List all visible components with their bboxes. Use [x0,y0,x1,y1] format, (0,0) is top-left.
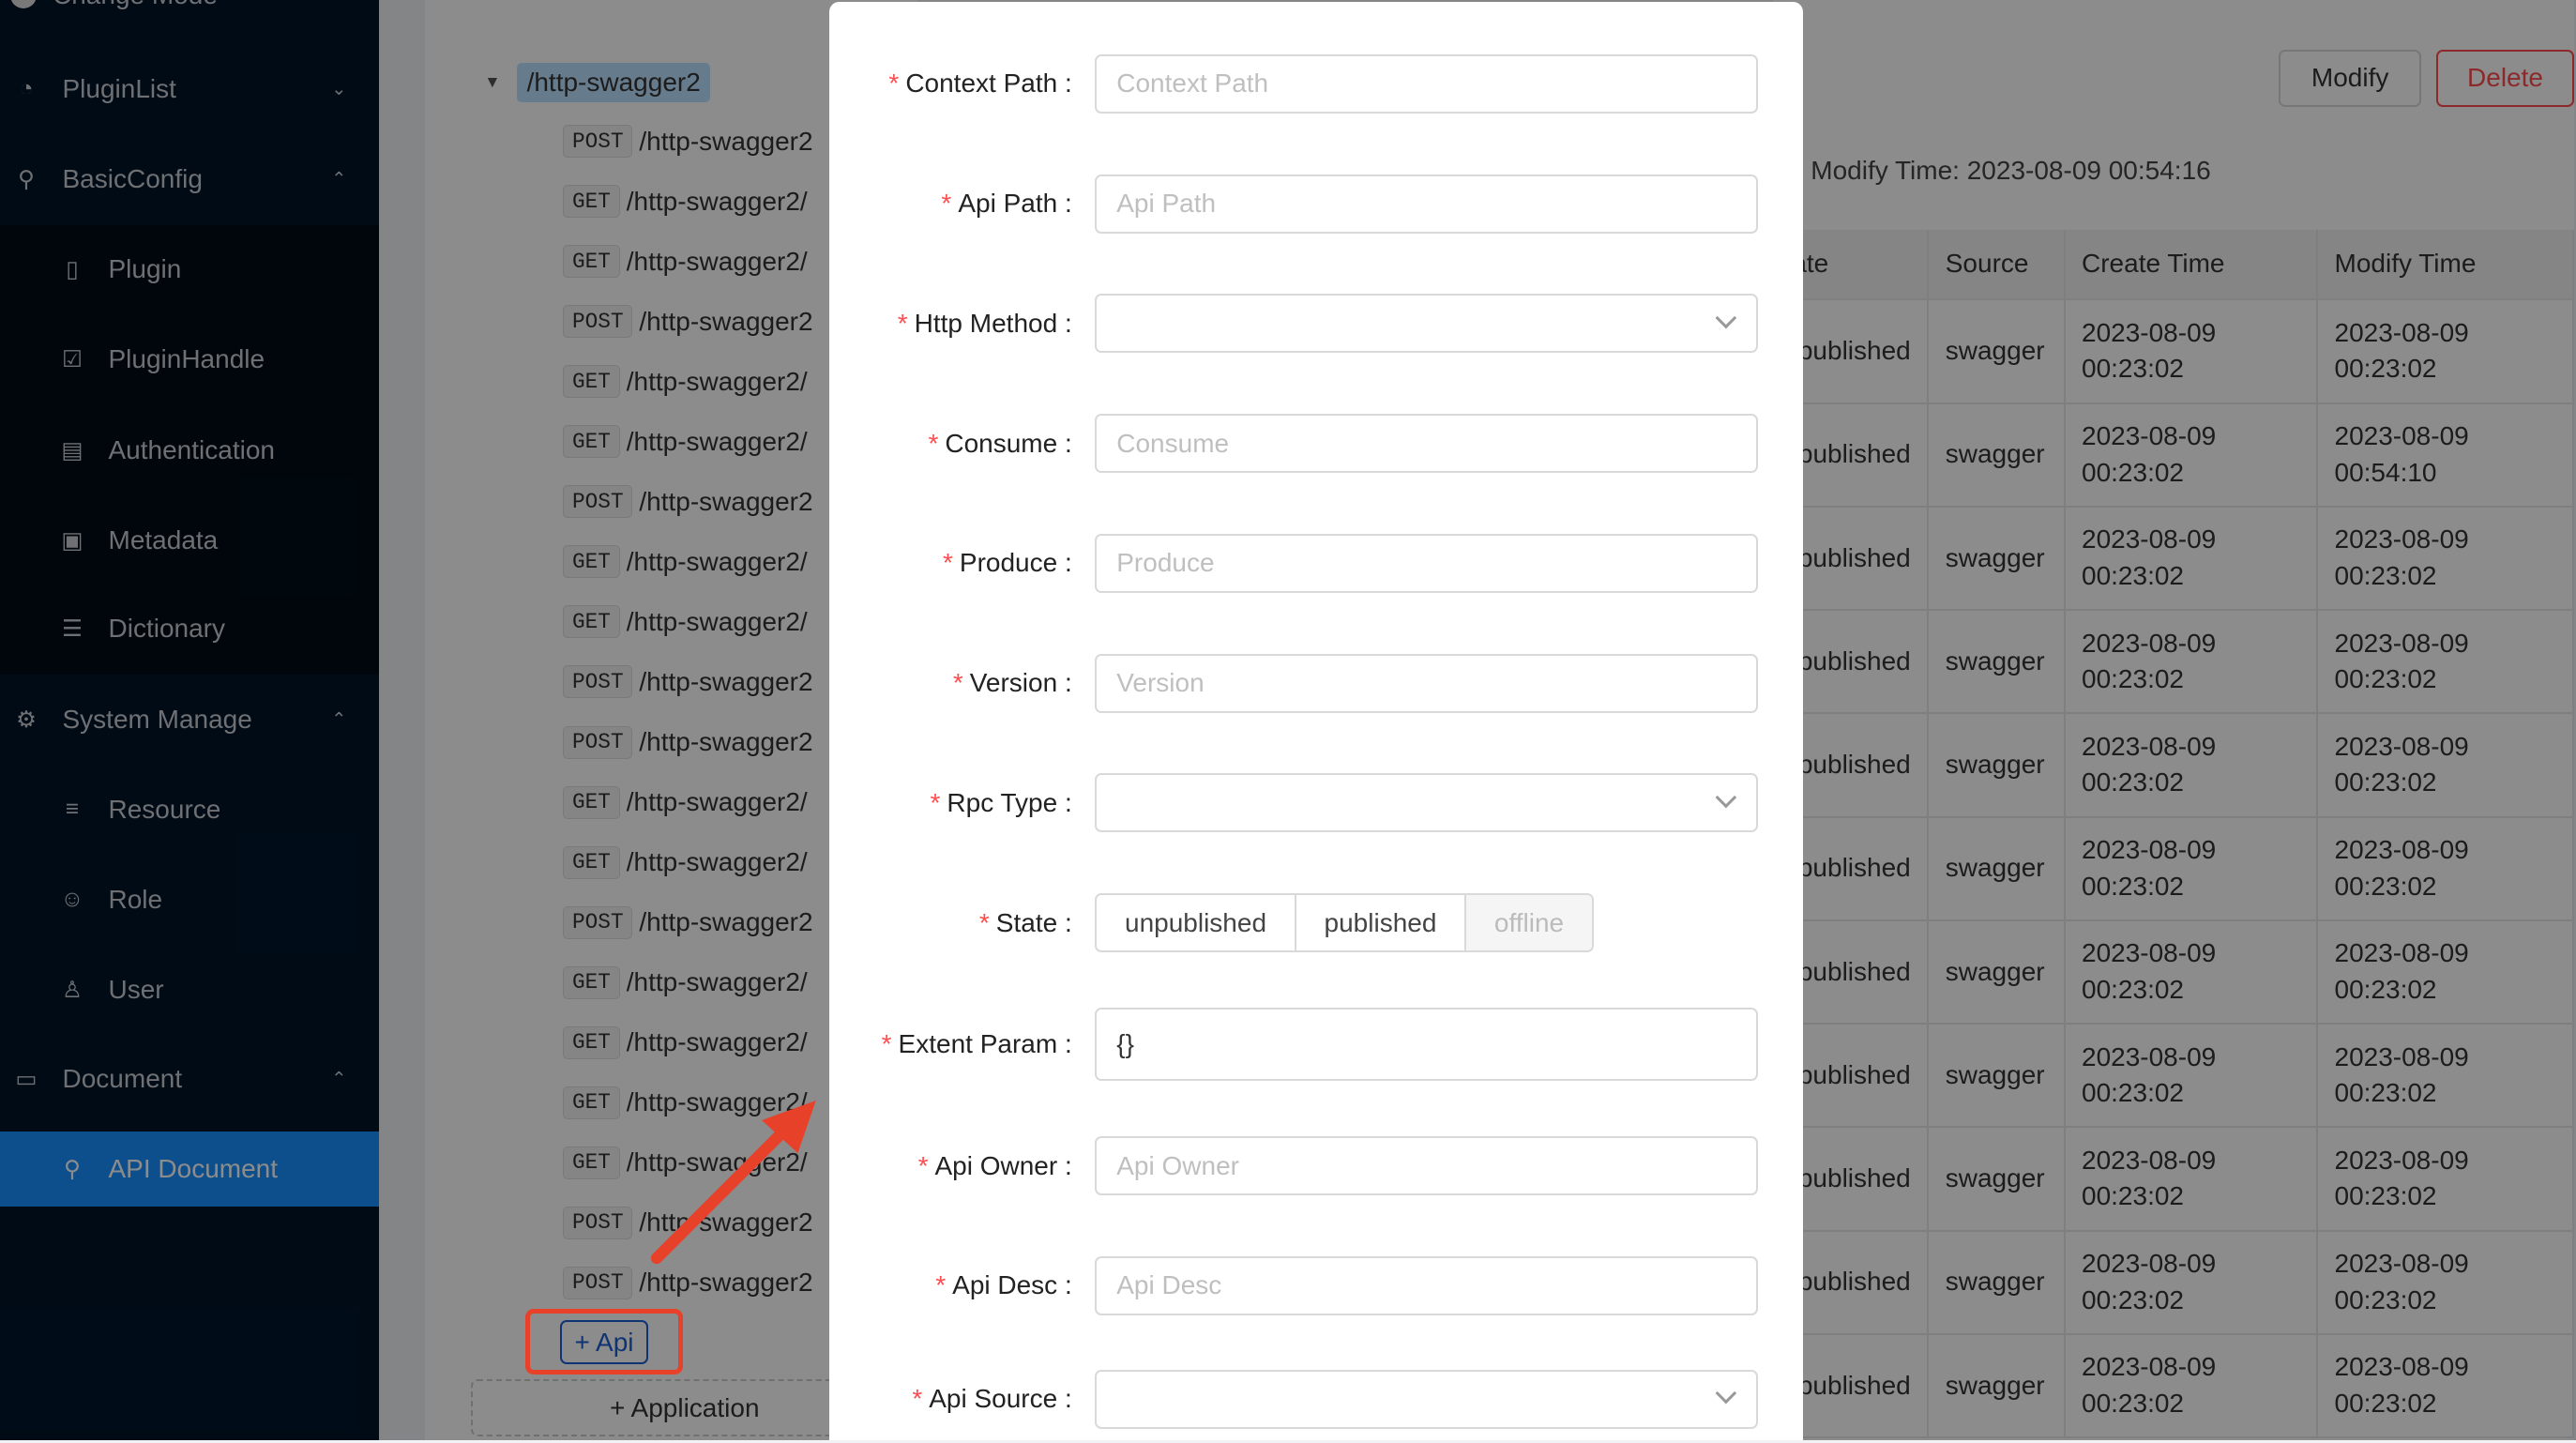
required-mark: * [930,787,941,817]
chevron-down-icon [1715,786,1737,809]
chevron-down-icon [1715,1382,1737,1405]
form-row-state: * State : unpublished published offline [829,893,1803,952]
http-method-select[interactable] [1095,294,1759,354]
version-input[interactable]: Version [1095,653,1759,713]
annotation-highlight-box [525,1308,683,1375]
required-mark: * [888,68,900,99]
label-text: Http Method [914,308,1058,338]
required-mark: * [917,1150,929,1180]
api-path-label: * Api Path : [941,189,1072,218]
form-row-api-path: * Api Path : Api Path [829,174,1803,234]
label-text: Api Source [929,1384,1058,1413]
state-label: * State : [978,907,1072,937]
produce-input[interactable]: Produce [1095,533,1759,593]
produce-label: * Produce : [942,548,1072,578]
label-text: Context Path [905,68,1058,99]
rpc-type-select[interactable] [1095,773,1759,833]
form-row-api-source: * Api Source : [829,1369,1803,1429]
api-path-input[interactable]: Api Path [1095,174,1759,234]
form-row-api-desc: * Api Desc : Api Desc [829,1255,1803,1315]
label-text: Version [969,668,1058,697]
api-desc-input[interactable]: Api Desc [1095,1255,1759,1315]
required-mark: * [881,1029,892,1058]
label-text: Api Path [958,189,1058,218]
required-mark: * [952,668,963,697]
label-text: Produce [959,548,1058,578]
api-source-label: * Api Source : [912,1384,1072,1413]
rpc-type-label: * Rpc Type : [930,787,1072,817]
extent-param-textarea[interactable]: {} [1095,1007,1759,1082]
app: Change Mode ◔ PluginList ⌄ ⚲ BasicConfig… [0,0,2576,1440]
form-row-context-path: * Context Path : Context Path [829,53,1803,114]
state-option-offline: offline [1466,895,1592,950]
api-desc-label: * Api Desc : [935,1270,1072,1300]
version-label: * Version : [952,668,1072,697]
api-owner-label: * Api Owner : [917,1150,1072,1180]
label-text: Consume [945,428,1058,458]
form-row-api-owner: * Api Owner : Api Owner [829,1136,1803,1195]
required-mark: * [942,548,953,578]
api-source-select[interactable] [1095,1369,1759,1429]
form-row-extent-param: * Extent Param : {} [829,1007,1803,1082]
required-mark: * [935,1270,947,1300]
state-option-unpublished[interactable]: unpublished [1097,895,1296,950]
annotation-arrow-icon [650,1100,816,1264]
required-mark: * [928,428,939,458]
required-mark: * [897,308,908,338]
state-radio-group: unpublished published offline [1095,893,1594,952]
chevron-down-icon [1715,307,1737,329]
form-row-rpc-type: * Rpc Type : [829,773,1803,833]
context-path-label: * Context Path : [888,68,1072,99]
consume-input[interactable]: Consume [1095,414,1759,473]
state-option-published[interactable]: published [1296,895,1467,950]
required-mark: * [912,1384,923,1413]
label-text: Rpc Type [947,787,1058,817]
consume-label: * Consume : [928,428,1072,458]
form-row-consume: * Consume : Consume [829,414,1803,473]
add-api-modal: * Context Path : Context Path * Api Path :… [828,1,1803,1440]
required-mark: * [941,189,952,218]
label-text: Extent Param [898,1029,1058,1058]
label-text: Api Desc [952,1270,1058,1300]
context-path-input[interactable]: Context Path [1095,53,1759,114]
form-row-http-method: * Http Method : [829,294,1803,354]
label-text: Api Owner [934,1150,1058,1180]
api-owner-input[interactable]: Api Owner [1095,1136,1759,1195]
label-text: State [995,907,1058,937]
http-method-label: * Http Method : [897,308,1072,338]
form-row-produce: * Produce : Produce [829,533,1803,593]
form-row-version: * Version : Version [829,653,1803,713]
extent-param-label: * Extent Param : [881,1029,1072,1058]
required-mark: * [978,907,990,937]
